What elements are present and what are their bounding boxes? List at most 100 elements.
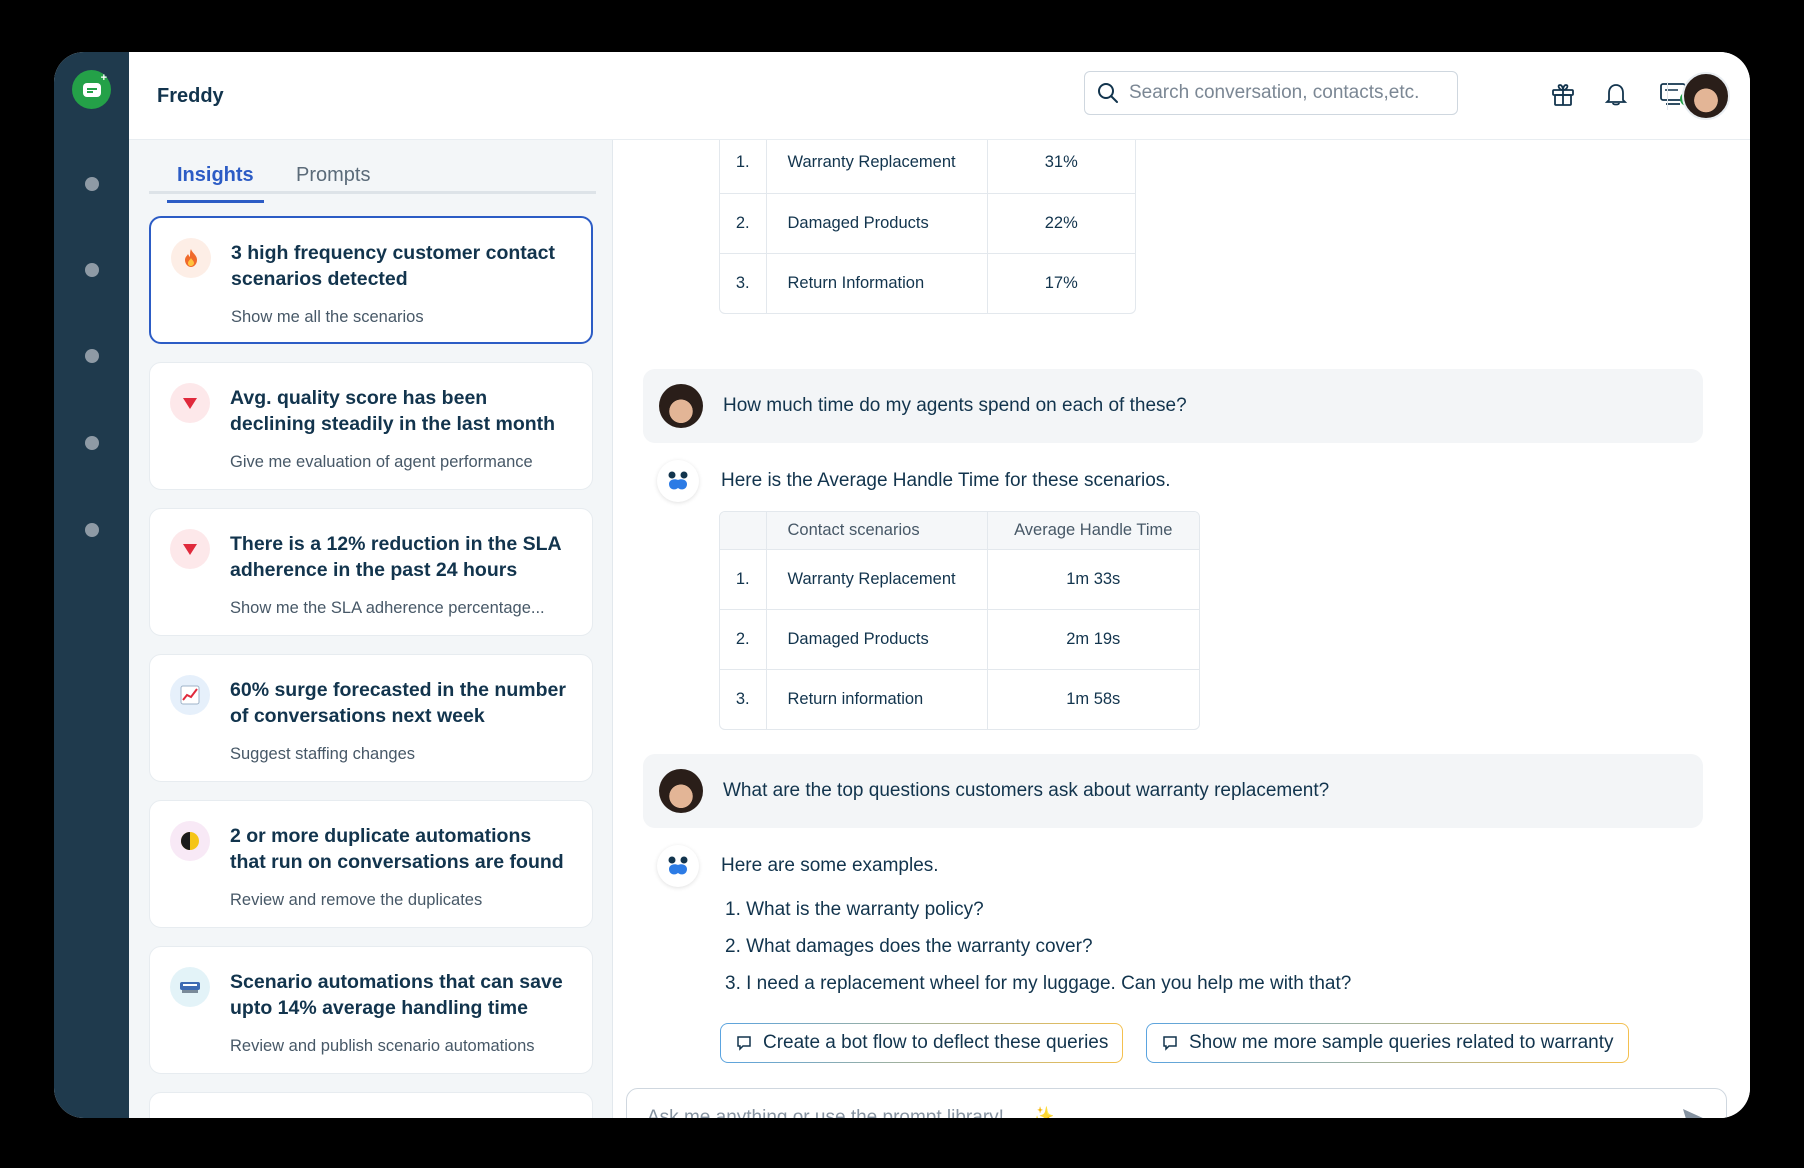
message-text: How much time do my agents spend on each… <box>723 395 1187 416</box>
suggestion-chip-more-queries[interactable]: Show me more sample queries related to w… <box>1146 1023 1629 1063</box>
scenario-share-table: 1. Warranty Replacement 31% 2. Damaged P… <box>719 140 1136 314</box>
insight-card[interactable]: There is a 12% reduction in the SLA adhe… <box>149 508 593 636</box>
table-row: 2. Damaged Products 2m 19s <box>720 609 1199 670</box>
row-scenario: Damaged Products <box>766 193 988 254</box>
automation-icon <box>170 967 210 1007</box>
chip-label: Create a bot flow to deflect these queri… <box>763 1032 1109 1053</box>
chat-thread: 1. Warranty Replacement 31% 2. Damaged P… <box>613 140 1750 1118</box>
insight-prompt: Review and remove the duplicates <box>230 891 483 909</box>
insight-card[interactable] <box>149 1092 593 1118</box>
handle-time-table: Contact scenarios Average Handle Time 1.… <box>719 511 1200 730</box>
half-circle-icon <box>170 821 210 861</box>
insight-prompt: Suggest staffing changes <box>230 745 415 763</box>
chat-bubble-icon <box>737 1036 751 1051</box>
row-value: 2m 19s <box>987 609 1199 670</box>
table-row: 1. Warranty Replacement 31% <box>720 140 1135 194</box>
row-scenario: Return information <box>766 669 988 729</box>
chat-bubble-icon <box>1163 1036 1177 1051</box>
down-triangle-icon <box>170 529 210 569</box>
table-row: 2. Damaged Products 22% <box>720 193 1135 254</box>
insight-title: Avg. quality score has been declining st… <box>230 387 556 435</box>
gift-icon[interactable] <box>1547 78 1579 110</box>
insight-title: Scenario automations that can save upto … <box>230 971 563 1019</box>
tab-insights[interactable]: Insights <box>167 164 264 203</box>
insight-card[interactable]: Avg. quality score has been declining st… <box>149 362 593 490</box>
insight-prompt: Review and publish scenario automations <box>230 1037 535 1055</box>
page-title: Freddy <box>157 85 224 107</box>
column-header: Contact scenarios <box>766 512 988 550</box>
list-item: 2. What damages does the warranty cover? <box>725 936 1093 957</box>
nav-item-3[interactable] <box>85 349 99 363</box>
bot-message: Here are some examples. <box>721 855 939 876</box>
insight-prompt: Show me the SLA adherence percentage... <box>230 599 545 617</box>
insight-title: There is a 12% reduction in the SLA adhe… <box>230 533 561 581</box>
chat-input[interactable] <box>647 1107 1726 1118</box>
down-triangle-icon <box>170 383 210 423</box>
search-box[interactable] <box>1084 71 1458 115</box>
suggestion-chip-bot-flow[interactable]: Create a bot flow to deflect these queri… <box>720 1023 1123 1063</box>
row-scenario: Return Information <box>766 253 988 313</box>
freddy-bot-icon <box>657 460 699 502</box>
insight-card[interactable]: Scenario automations that can save upto … <box>149 946 593 1074</box>
user-message: How much time do my agents spend on each… <box>643 369 1703 443</box>
row-number: 2. <box>720 609 767 670</box>
list-item: 3. I need a replacement wheel for my lug… <box>725 973 1352 994</box>
list-item: 1. What is the warranty policy? <box>725 899 984 920</box>
insights-panel: Insights Prompts 3 high frequency custom… <box>129 140 613 1118</box>
row-number: 3. <box>720 253 767 313</box>
avatar <box>659 769 703 813</box>
divider <box>1667 82 1668 110</box>
top-bar: Freddy <box>129 52 1750 140</box>
row-number: 1. <box>720 140 767 194</box>
bot-message: Here is the Average Handle Time for thes… <box>721 470 1171 491</box>
tab-prompts[interactable]: Prompts <box>296 164 370 187</box>
row-number: 1. <box>720 549 767 610</box>
trend-chart-icon <box>170 675 210 715</box>
insight-prompt: Show me all the scenarios <box>231 308 424 326</box>
row-value: 1m 58s <box>1066 689 1121 708</box>
fire-icon <box>171 238 211 278</box>
insight-title: 2 or more duplicate automations that run… <box>230 825 564 873</box>
freddy-bot-icon <box>657 845 699 887</box>
message-composer[interactable]: ✨ <box>626 1088 1727 1118</box>
nav-rail: + <box>54 52 129 1118</box>
column-header: Average Handle Time <box>987 512 1199 550</box>
app-logo-icon[interactable]: + <box>72 70 111 109</box>
column-header <box>720 512 767 550</box>
insight-card[interactable]: 2 or more duplicate automations that run… <box>149 800 593 928</box>
nav-item-5[interactable] <box>85 523 99 537</box>
chip-label: Show me more sample queries related to w… <box>1189 1032 1614 1053</box>
user-avatar[interactable] <box>1682 72 1730 120</box>
app-window: + Freddy Insights Prompts <box>54 52 1750 1118</box>
search-input[interactable] <box>1129 82 1457 104</box>
avatar <box>659 384 703 428</box>
tab-bar: Insights Prompts <box>149 140 596 203</box>
table-row: 1. Warranty Replacement 1m 33s <box>720 549 1199 610</box>
row-value: 31% <box>987 140 1135 194</box>
send-icon[interactable] <box>1680 1105 1708 1118</box>
user-message: What are the top questions customers ask… <box>643 754 1703 828</box>
sparkle-icon: ✨ <box>1032 1106 1055 1118</box>
row-value: 1m 33s <box>987 549 1199 610</box>
row-value: 22% <box>987 193 1135 254</box>
row-value: 17% <box>1044 273 1078 292</box>
row-number: 2. <box>720 193 767 254</box>
row-number: 3. <box>720 669 767 729</box>
insight-title: 3 high frequency customer contact scenar… <box>231 242 555 290</box>
example-questions-list: 1. What is the warranty policy? 2. What … <box>725 897 1351 1008</box>
insight-prompt: Give me evaluation of agent performance <box>230 453 533 471</box>
nav-item-1[interactable] <box>85 177 99 191</box>
row-scenario: Warranty Replacement <box>766 140 988 194</box>
insight-card[interactable]: 3 high frequency customer contact scenar… <box>149 216 593 344</box>
insight-title: 60% surge forecasted in the number of co… <box>230 679 566 727</box>
row-scenario: Warranty Replacement <box>766 549 988 610</box>
nav-item-2[interactable] <box>85 263 99 277</box>
search-icon <box>1098 83 1118 103</box>
row-scenario: Damaged Products <box>766 609 988 670</box>
insight-card[interactable]: 60% surge forecasted in the number of co… <box>149 654 593 782</box>
table-row: 3. Return Information 17% <box>720 253 1135 313</box>
bell-icon[interactable] <box>1600 78 1632 110</box>
table-header-row: Contact scenarios Average Handle Time <box>720 512 1199 550</box>
nav-item-4[interactable] <box>85 436 99 450</box>
message-text: What are the top questions customers ask… <box>723 780 1330 801</box>
